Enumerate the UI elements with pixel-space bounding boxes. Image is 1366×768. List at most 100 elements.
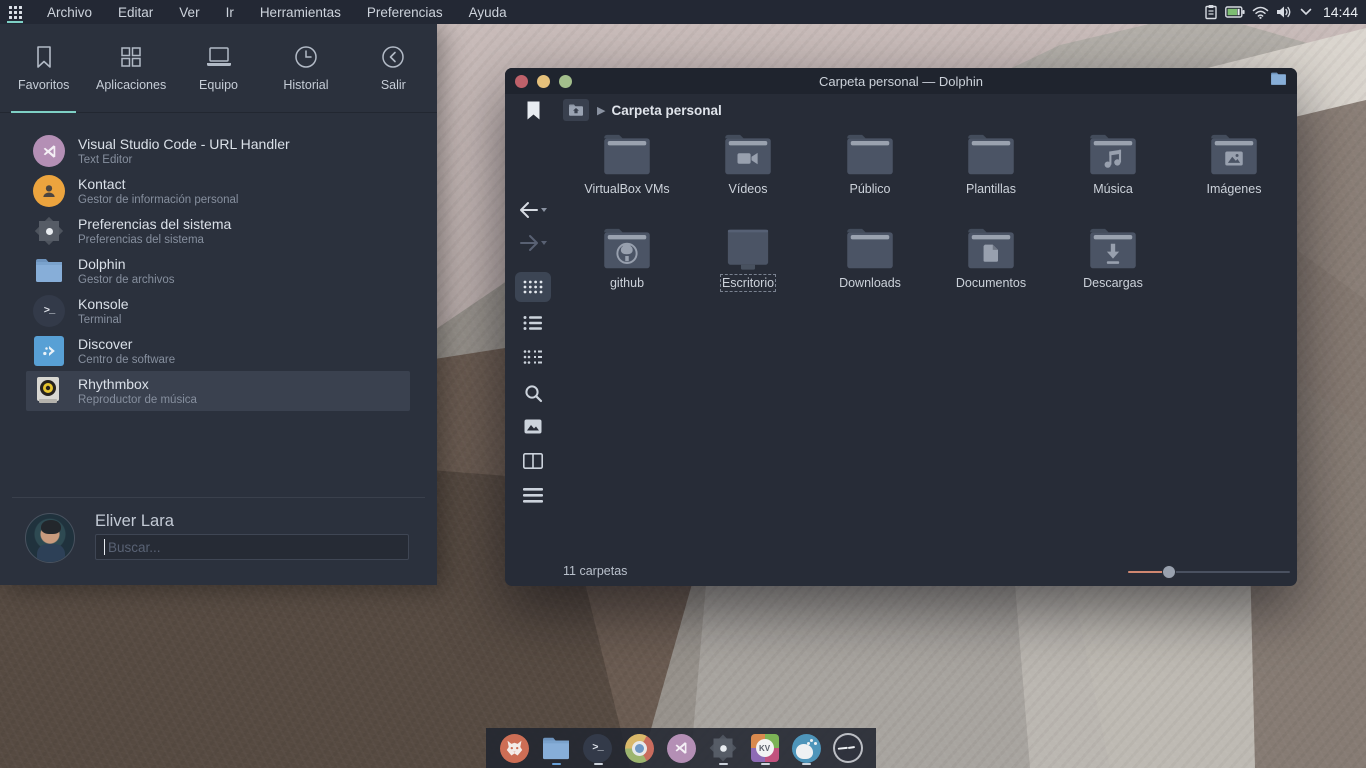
chrome-icon bbox=[625, 734, 654, 763]
home-breadcrumb-button[interactable] bbox=[563, 99, 589, 121]
dock-clock-widget[interactable] bbox=[832, 731, 864, 765]
forward-button[interactable] bbox=[505, 234, 561, 252]
folder-label-focused: Escritorio bbox=[722, 276, 774, 290]
back-button[interactable] bbox=[505, 201, 561, 219]
dock-latte[interactable] bbox=[790, 731, 822, 765]
search-field-wrap bbox=[95, 534, 409, 560]
app-subtitle: Preferencias del sistema bbox=[78, 233, 231, 247]
slider-handle[interactable] bbox=[1162, 565, 1176, 579]
folder-label: VirtualBox VMs bbox=[584, 182, 669, 196]
leave-icon bbox=[380, 44, 406, 70]
tab-salir[interactable]: Salir bbox=[350, 24, 437, 112]
folder-label: github bbox=[610, 276, 644, 290]
folder-virtualbox-vms[interactable]: VirtualBox VMs bbox=[572, 131, 682, 196]
compact-view-button[interactable] bbox=[505, 349, 561, 365]
chevron-down-icon[interactable] bbox=[1300, 8, 1312, 16]
computer-icon bbox=[204, 44, 234, 70]
running-indicator bbox=[552, 763, 561, 765]
folder-musica[interactable]: Música bbox=[1058, 131, 1168, 196]
tab-aplicaciones[interactable]: Aplicaciones bbox=[87, 24, 174, 112]
analog-clock-icon bbox=[833, 733, 863, 763]
hamburger-icon bbox=[523, 488, 543, 503]
dock-system-settings[interactable] bbox=[707, 731, 739, 765]
folder-publico[interactable]: Público bbox=[815, 131, 925, 196]
dock-vscode[interactable] bbox=[665, 731, 697, 765]
dock-kvantum[interactable]: KV bbox=[749, 731, 781, 765]
vscode-icon bbox=[33, 135, 65, 167]
app-row-vscode[interactable]: Visual Studio Code - URL Handler Text Ed… bbox=[26, 131, 410, 171]
app-subtitle: Gestor de archivos bbox=[78, 273, 175, 287]
app-subtitle: Terminal bbox=[78, 313, 129, 327]
folder-downloads[interactable]: Downloads bbox=[815, 225, 925, 290]
wifi-icon[interactable] bbox=[1252, 6, 1269, 19]
folder-plantillas[interactable]: Plantillas bbox=[936, 131, 1046, 196]
icons-view-button[interactable] bbox=[515, 272, 551, 302]
folder-imagenes[interactable]: Imágenes bbox=[1179, 131, 1289, 196]
search-button[interactable] bbox=[505, 384, 561, 403]
folder-label: Público bbox=[850, 182, 891, 196]
app-row-konsole[interactable]: >_ Konsole Terminal bbox=[26, 291, 410, 331]
dock-konsole[interactable]: >_ bbox=[582, 731, 614, 765]
clipboard-icon[interactable] bbox=[1204, 4, 1218, 20]
folder-documentos[interactable]: Documentos bbox=[936, 225, 1046, 290]
favorites-app-list: Visual Studio Code - URL Handler Text Ed… bbox=[0, 131, 437, 411]
dock: >_ KV bbox=[486, 728, 876, 768]
dock-chrome[interactable] bbox=[623, 731, 655, 765]
menu-ayuda[interactable]: Ayuda bbox=[456, 5, 520, 20]
menu-preferencias[interactable]: Preferencias bbox=[354, 5, 456, 20]
app-row-systemsettings[interactable]: Preferencias del sistema Preferencias de… bbox=[26, 211, 410, 251]
folder-github[interactable]: github bbox=[572, 225, 682, 290]
folder-label: Plantillas bbox=[966, 182, 1016, 196]
bookmark-icon bbox=[32, 44, 56, 70]
latte-dock-icon bbox=[792, 734, 821, 763]
tab-label: Equipo bbox=[199, 78, 238, 92]
global-menu-bar: Archivo Editar Ver Ir Herramientas Prefe… bbox=[0, 0, 1366, 24]
system-settings-icon bbox=[33, 215, 65, 247]
app-row-rhythmbox[interactable]: Rhythmbox Reproductor de música bbox=[26, 371, 410, 411]
app-title: Discover bbox=[78, 336, 175, 353]
tab-equipo[interactable]: Equipo bbox=[175, 24, 262, 112]
tab-label: Historial bbox=[283, 78, 328, 92]
folder-descargas[interactable]: Descargas bbox=[1058, 225, 1168, 290]
dock-firefox[interactable] bbox=[498, 731, 530, 765]
folder-videos[interactable]: Vídeos bbox=[693, 131, 803, 196]
folder-label: Música bbox=[1093, 182, 1133, 196]
menu-editar[interactable]: Editar bbox=[105, 5, 166, 20]
dolphin-window: Carpeta personal — Dolphin ▶ Carpet bbox=[505, 68, 1297, 586]
folder-escritorio[interactable]: Escritorio bbox=[693, 225, 803, 290]
bookmark-icon[interactable] bbox=[527, 101, 540, 120]
app-title: Konsole bbox=[78, 296, 129, 313]
tab-historial[interactable]: Historial bbox=[262, 24, 349, 112]
menu-herramientas[interactable]: Herramientas bbox=[247, 5, 354, 20]
app-row-kontact[interactable]: Kontact Gestor de información personal bbox=[26, 171, 410, 211]
breadcrumb-path[interactable]: Carpeta personal bbox=[611, 103, 721, 118]
search-input[interactable] bbox=[95, 534, 409, 560]
list-view-button[interactable] bbox=[505, 315, 561, 331]
footer-divider bbox=[12, 497, 425, 498]
app-row-dolphin[interactable]: Dolphin Gestor de archivos bbox=[26, 251, 410, 291]
dock-dolphin[interactable] bbox=[540, 731, 572, 765]
folder-grid: VirtualBox VMs Vídeos Público Plantillas… bbox=[561, 131, 1297, 331]
preview-button[interactable] bbox=[505, 419, 561, 434]
app-launcher-button[interactable] bbox=[0, 0, 30, 24]
battery-icon[interactable] bbox=[1225, 6, 1245, 18]
app-title: Rhythmbox bbox=[78, 376, 197, 393]
split-view-button[interactable] bbox=[505, 453, 561, 469]
menu-button[interactable] bbox=[505, 488, 561, 503]
menu-ir[interactable]: Ir bbox=[213, 5, 247, 20]
text-caret bbox=[104, 539, 105, 555]
app-row-discover[interactable]: Discover Centro de software bbox=[26, 331, 410, 371]
dolphin-titlebar[interactable]: Carpeta personal — Dolphin bbox=[505, 68, 1297, 94]
menu-archivo[interactable]: Archivo bbox=[34, 5, 105, 20]
search-icon bbox=[524, 384, 543, 403]
clock-time[interactable]: 14:44 bbox=[1323, 4, 1358, 20]
running-indicator bbox=[802, 763, 811, 765]
tab-favoritos[interactable]: Favoritos bbox=[0, 24, 87, 112]
terminal-glyph: >_ bbox=[592, 742, 603, 754]
menu-ver[interactable]: Ver bbox=[166, 5, 212, 20]
app-title: Dolphin bbox=[78, 256, 175, 273]
folder-label: Imágenes bbox=[1207, 182, 1262, 196]
volume-icon[interactable] bbox=[1276, 5, 1293, 19]
zoom-slider[interactable] bbox=[1128, 564, 1290, 580]
user-avatar[interactable] bbox=[25, 513, 75, 563]
